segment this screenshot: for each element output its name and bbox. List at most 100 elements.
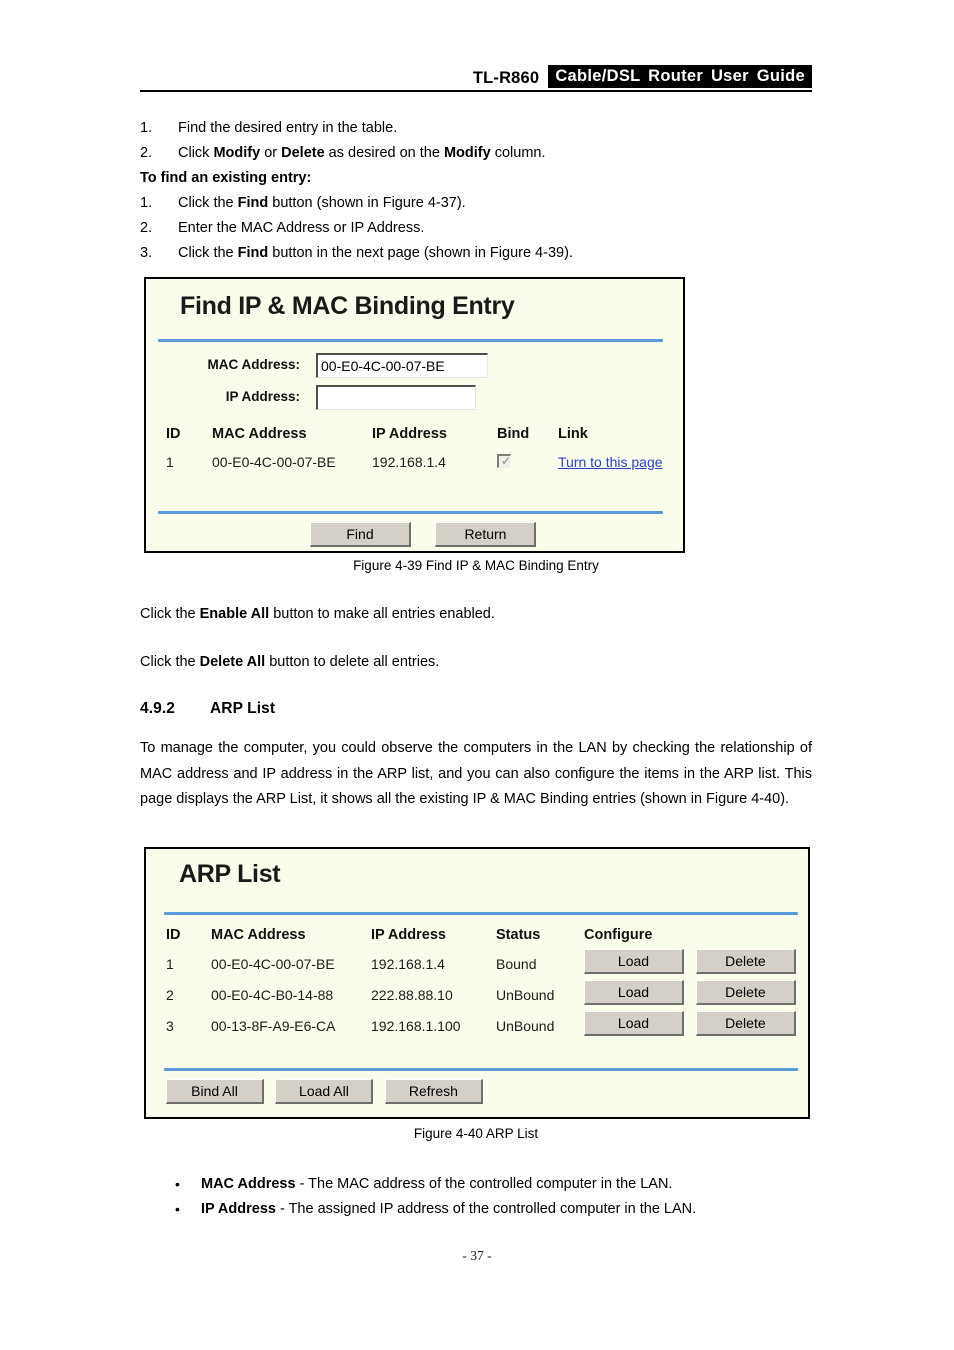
cell-ip: 222.88.88.10 <box>371 986 453 1003</box>
col-link: Link <box>558 426 588 442</box>
bullet-item: • IP Address - The assigned IP address o… <box>175 1197 815 1222</box>
cell-status: Bound <box>496 955 537 972</box>
list-text: Click the Find button (shown in Figure 4… <box>178 195 466 211</box>
ip-address-input[interactable] <box>316 385 476 410</box>
cell-id: 3 <box>166 1017 174 1034</box>
find-panel-actions: Find Return <box>310 522 537 547</box>
cell-id: 1 <box>166 955 174 972</box>
figure-39-caption: Figure 4-39 Find IP & MAC Binding Entry <box>353 558 599 573</box>
cell-configure: Load Delete <box>584 974 796 1005</box>
figure-arp-list: ARP List ID MAC Address IP Address Statu… <box>144 847 810 1119</box>
find-results-table: ID MAC Address IP Address Bind Link 1 00… <box>166 426 666 473</box>
bullet-dot-icon: • <box>175 1201 180 1217</box>
cell-mac: 00-E0-4C-B0-14-88 <box>211 986 334 1003</box>
load-button[interactable]: Load <box>584 1011 684 1036</box>
col-mac: MAC Address <box>212 426 307 442</box>
cell-ip: 192.168.1.4 <box>372 454 446 470</box>
refresh-button[interactable]: Refresh <box>384 1079 483 1104</box>
col-id: ID <box>166 927 181 943</box>
find-panel-title: Find IP & MAC Binding Entry <box>180 292 515 320</box>
turn-to-this-page-link[interactable]: Turn to this page <box>558 454 663 470</box>
list-item: 3. Click the Find button in the next pag… <box>140 241 812 266</box>
col-status: Status <box>496 927 541 943</box>
table-header-row: ID MAC Address IP Address Status Configu… <box>166 927 796 943</box>
cell-mac: 00-13-8F-A9-E6-CA <box>211 1017 336 1034</box>
arp-panel-bottom-rule <box>164 1068 798 1071</box>
delete-button[interactable]: Delete <box>695 1011 796 1036</box>
bind-checkbox[interactable]: ✓ <box>497 453 512 468</box>
section-title: ARP List <box>210 700 276 717</box>
bullet-item: • MAC Address - The MAC address of the c… <box>175 1172 815 1197</box>
mac-address-input[interactable]: 00-E0-4C-00-07-BE <box>316 353 488 378</box>
cell-status: UnBound <box>496 1017 555 1034</box>
col-ip: IP Address <box>371 927 446 943</box>
bullet-term: MAC Address <box>201 1176 296 1192</box>
list-text: Click Modify or Delete as desired on the… <box>178 145 546 161</box>
bullet-desc: - The assigned IP address of the control… <box>275 1201 697 1217</box>
ip-address-label: IP Address: <box>225 389 300 404</box>
figure-find-ip-mac-binding-entry: Find IP & MAC Binding Entry MAC Address:… <box>144 277 685 553</box>
col-id: ID <box>166 426 181 442</box>
col-ip: IP Address <box>372 426 447 442</box>
return-button[interactable]: Return <box>435 522 537 547</box>
table-row: 3 00-13-8F-A9-E6-CA 192.168.1.100 UnBoun… <box>166 1005 796 1036</box>
guide-title-banner: Cable/DSL Router User Guide <box>548 64 812 88</box>
bind-all-button[interactable]: Bind All <box>166 1079 264 1104</box>
mac-address-label: MAC Address: <box>207 357 300 372</box>
list-number: 2. <box>140 220 153 236</box>
checkmark-icon: ✓ <box>501 453 512 468</box>
cell-id: 2 <box>166 986 174 1003</box>
table-header-row: ID MAC Address IP Address Bind Link <box>166 426 666 442</box>
bullet-term: IP Address <box>201 1201 276 1217</box>
cell-link: Turn to this page <box>558 442 666 473</box>
cell-ip: 192.168.1.100 <box>371 1017 461 1034</box>
list-item: 2. Click Modify or Delete as desired on … <box>140 141 812 166</box>
table-row: 1 00-E0-4C-00-07-BE 192.168.1.4 ✓ Turn t… <box>166 442 666 473</box>
bullet-text: IP Address - The assigned IP address of … <box>201 1197 696 1222</box>
document-header: TL-R860 Cable/DSL Router User Guide <box>140 60 812 92</box>
enable-all-note: Click the Enable All button to make all … <box>140 606 495 622</box>
load-button[interactable]: Load <box>584 949 684 974</box>
cell-bind: ✓ <box>497 442 558 473</box>
list-item: 1. Find the desired entry in the table. <box>140 116 812 141</box>
list-item: 1. Click the Find button (shown in Figur… <box>140 191 812 216</box>
load-button[interactable]: Load <box>584 980 684 1005</box>
bullet-text: MAC Address - The MAC address of the con… <box>201 1172 672 1197</box>
col-mac: MAC Address <box>211 927 306 943</box>
cell-configure: Load Delete <box>584 1005 796 1036</box>
arp-panel-top-rule <box>164 912 798 915</box>
col-configure: Configure <box>584 927 653 943</box>
cell-status: UnBound <box>496 986 555 1003</box>
find-panel-top-rule <box>158 339 663 342</box>
find-button[interactable]: Find <box>310 522 411 547</box>
cell-mac: 00-E0-4C-00-07-BE <box>212 454 336 470</box>
page-number-footer: - 37 - <box>462 1248 492 1263</box>
arp-panel-title: ARP List <box>179 860 281 888</box>
delete-button[interactable]: Delete <box>695 980 796 1005</box>
cell-mac: 00-E0-4C-00-07-BE <box>211 955 335 972</box>
find-panel-bottom-rule <box>158 511 663 514</box>
load-all-button[interactable]: Load All <box>275 1079 374 1104</box>
section-heading: 4.9.2 ARP List <box>140 700 275 718</box>
list-text: Find the desired entry in the table. <box>178 120 398 136</box>
table-row: 1 00-E0-4C-00-07-BE 192.168.1.4 Bound Lo… <box>166 943 796 974</box>
cell-configure: Load Delete <box>584 943 796 974</box>
section-paragraph: To manage the computer, you could observ… <box>140 740 812 807</box>
list-text: Click the Find button in the next page (… <box>178 245 573 261</box>
bullet-desc: - The MAC address of the controlled comp… <box>295 1176 673 1192</box>
delete-all-note: Click the Delete All button to delete al… <box>140 654 440 670</box>
document-page: TL-R860 Cable/DSL Router User Guide 1. F… <box>0 0 954 1350</box>
section-number: 4.9.2 <box>140 700 175 717</box>
arp-panel-actions: Bind All Load All Refresh <box>166 1079 483 1104</box>
bullet-dot-icon: • <box>175 1176 180 1192</box>
list-number: 1. <box>140 120 153 136</box>
col-bind: Bind <box>497 426 530 442</box>
header-rule <box>140 90 812 92</box>
cell-ip: 192.168.1.4 <box>371 955 445 972</box>
list-text: Enter the MAC Address or IP Address. <box>178 220 425 236</box>
list-item: 2. Enter the MAC Address or IP Address. <box>140 216 812 241</box>
list-number: 3. <box>140 245 153 261</box>
delete-button[interactable]: Delete <box>695 949 796 974</box>
figure-40-caption: Figure 4-40 ARP List <box>413 1126 539 1141</box>
cell-id: 1 <box>166 454 174 470</box>
